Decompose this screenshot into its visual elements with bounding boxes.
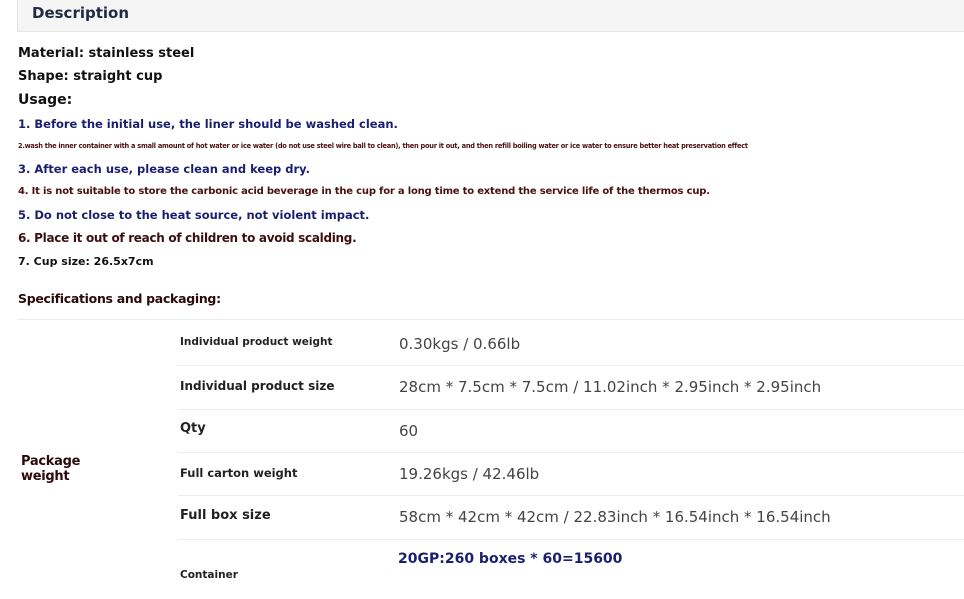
divider xyxy=(178,452,964,453)
divider xyxy=(178,365,964,366)
spec-row-label: Full carton weight xyxy=(180,466,298,480)
spec-row-value: 60 xyxy=(399,422,419,440)
spec-row-value: 19.26kgs / 42.46lb xyxy=(399,465,540,483)
usage-item: 3. After each use, please clean and keep… xyxy=(18,162,310,176)
specs-heading: Specifications and packaging: xyxy=(18,291,221,306)
usage-item: 4. It is not suitable to store the carbo… xyxy=(18,186,710,197)
description-tab-header: Description xyxy=(17,0,964,32)
spec-row-value: 0.30kgs / 0.66lb xyxy=(399,335,521,353)
divider xyxy=(17,319,964,320)
spec-row-value: 58cm * 42cm * 42cm / 22.83inch * 16.54in… xyxy=(399,508,831,526)
description-title: Description xyxy=(32,4,130,22)
package-label-line: weight xyxy=(21,469,70,484)
divider xyxy=(178,495,964,496)
spec-row-label: Individual product weight xyxy=(180,336,333,348)
spec-row-value: 20GP:260 boxes * 60=15600 xyxy=(398,551,623,567)
usage-item: 1. Before the initial use, the liner sho… xyxy=(18,117,398,131)
material-line: Material: stainless steel xyxy=(18,46,195,61)
usage-item: 7. Cup size: 26.5x7cm xyxy=(18,255,154,268)
usage-heading: Usage: xyxy=(18,92,73,108)
spec-row-label: Full box size xyxy=(180,508,271,523)
spec-row-value: 28cm * 7.5cm * 7.5cm / 11.02inch * 2.95i… xyxy=(399,378,822,396)
usage-item: 5. Do not close to the heat source, not … xyxy=(18,208,370,222)
spec-row-label: Qty xyxy=(180,421,206,436)
shape-line: Shape: straight cup xyxy=(18,69,163,84)
divider xyxy=(178,409,964,410)
divider xyxy=(178,539,964,540)
usage-item: 2.wash the inner container with a small … xyxy=(18,142,748,150)
spec-row-label: Container xyxy=(180,569,238,581)
package-label-line: Package xyxy=(21,454,81,469)
package-weight-label: Package weight xyxy=(21,454,80,484)
spec-row-label: Individual product size xyxy=(180,379,335,393)
usage-item: 6. Place it out of reach of children to … xyxy=(18,231,357,245)
